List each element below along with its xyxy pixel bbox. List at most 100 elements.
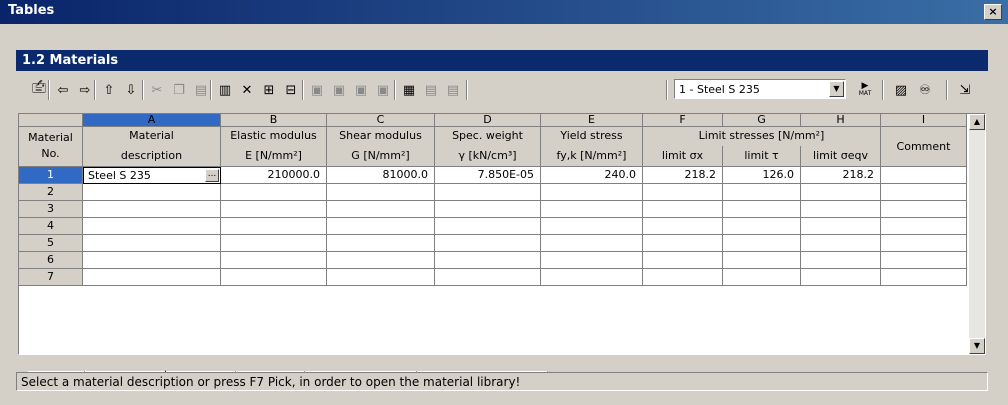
paste-icon[interactable]: ▤ bbox=[190, 79, 212, 101]
table-cell[interactable] bbox=[221, 252, 327, 269]
table-cell[interactable] bbox=[723, 184, 801, 201]
table-cell[interactable] bbox=[435, 252, 541, 269]
table-cell[interactable] bbox=[327, 218, 435, 235]
table-cell[interactable] bbox=[881, 218, 967, 235]
table-cell[interactable]: 240.0 bbox=[541, 167, 643, 184]
table-cell[interactable] bbox=[435, 218, 541, 235]
table-cell[interactable] bbox=[881, 167, 967, 184]
table-cell[interactable] bbox=[435, 235, 541, 252]
table-cell[interactable] bbox=[541, 201, 643, 218]
table-cell[interactable] bbox=[83, 269, 221, 286]
table-cell[interactable] bbox=[881, 252, 967, 269]
row-number[interactable]: 2 bbox=[19, 184, 83, 201]
table-cell[interactable] bbox=[643, 184, 723, 201]
table-cell[interactable] bbox=[801, 201, 881, 218]
table-cell[interactable] bbox=[643, 252, 723, 269]
table-cell[interactable] bbox=[643, 201, 723, 218]
row-number[interactable]: 6 bbox=[19, 252, 83, 269]
row-number[interactable]: 5 bbox=[19, 235, 83, 252]
table-cell[interactable] bbox=[541, 252, 643, 269]
table-cell[interactable] bbox=[723, 218, 801, 235]
table-cell[interactable] bbox=[881, 269, 967, 286]
row-number[interactable]: 1 bbox=[19, 167, 83, 184]
glasses-icon[interactable]: ♾ bbox=[914, 79, 936, 101]
table-cell[interactable] bbox=[83, 252, 221, 269]
table-cell[interactable] bbox=[801, 252, 881, 269]
material-description-cell[interactable]: Steel S 235... bbox=[83, 167, 221, 184]
arrow-left-icon[interactable]: ⇦ bbox=[52, 79, 74, 101]
browse-material-button[interactable]: ... bbox=[205, 169, 219, 182]
table-cell[interactable] bbox=[221, 218, 327, 235]
table-cell[interactable] bbox=[327, 201, 435, 218]
column-letter-e[interactable]: E bbox=[541, 114, 643, 127]
arrow-down-icon[interactable]: ⇩ bbox=[120, 79, 142, 101]
copy-icon[interactable]: ❐ bbox=[168, 79, 190, 101]
table-cell[interactable]: 218.2 bbox=[801, 167, 881, 184]
cut-icon[interactable]: ✂ bbox=[146, 79, 168, 101]
table-cell[interactable] bbox=[643, 218, 723, 235]
grid-icon-2[interactable]: ▤ bbox=[420, 79, 442, 101]
close-icon[interactable]: × bbox=[984, 4, 1002, 20]
table-cell[interactable] bbox=[327, 184, 435, 201]
table-cell[interactable] bbox=[327, 269, 435, 286]
row-number[interactable]: 4 bbox=[19, 218, 83, 235]
insert-row-below-icon[interactable]: ⊟ bbox=[280, 79, 302, 101]
column-letter-i[interactable]: I bbox=[881, 114, 967, 127]
table-cell[interactable] bbox=[83, 184, 221, 201]
table-cell[interactable] bbox=[541, 235, 643, 252]
table-cell[interactable] bbox=[83, 201, 221, 218]
table-cell[interactable]: 210000.0 bbox=[221, 167, 327, 184]
column-letter-f[interactable]: F bbox=[643, 114, 723, 127]
column-letter-d[interactable]: D bbox=[435, 114, 541, 127]
column-letter-c[interactable]: C bbox=[327, 114, 435, 127]
table-cell[interactable]: 126.0 bbox=[723, 167, 801, 184]
export-icon[interactable]: ⇲ bbox=[954, 79, 976, 101]
materials-table[interactable]: A B C D E F G H I Material No. Material description… bbox=[18, 113, 986, 355]
properties-icon[interactable]: 🖆 bbox=[28, 79, 50, 101]
table-cell[interactable] bbox=[723, 269, 801, 286]
table-cell[interactable] bbox=[83, 235, 221, 252]
column-letter-b[interactable]: B bbox=[221, 114, 327, 127]
insert-column-icon[interactable]: ▥ bbox=[214, 79, 236, 101]
table-cell[interactable] bbox=[221, 201, 327, 218]
material-library-button[interactable]: ▶ MAT bbox=[852, 79, 878, 101]
grid-icon-1[interactable]: ▦ bbox=[398, 79, 420, 101]
table-cell[interactable] bbox=[541, 184, 643, 201]
table-cell[interactable] bbox=[221, 269, 327, 286]
table-cell[interactable] bbox=[541, 218, 643, 235]
table-cell[interactable] bbox=[801, 218, 881, 235]
grid-icon-3[interactable]: ▤ bbox=[442, 79, 464, 101]
chevron-down-icon[interactable]: ▼ bbox=[829, 81, 844, 97]
table-option-3-icon[interactable]: ▣ bbox=[350, 79, 372, 101]
table-cell[interactable] bbox=[643, 269, 723, 286]
row-number[interactable]: 7 bbox=[19, 269, 83, 286]
column-letter-a[interactable]: A bbox=[83, 114, 221, 127]
view-icon[interactable]: ▨ bbox=[890, 79, 912, 101]
table-cell[interactable] bbox=[801, 235, 881, 252]
table-cell[interactable] bbox=[327, 235, 435, 252]
table-cell[interactable] bbox=[801, 184, 881, 201]
delete-column-icon[interactable]: ✕ bbox=[236, 79, 258, 101]
material-select[interactable]: 1 - Steel S 235 ▼ bbox=[674, 79, 846, 99]
table-option-4-icon[interactable]: ▣ bbox=[372, 79, 394, 101]
table-cell[interactable] bbox=[541, 269, 643, 286]
table-cell[interactable] bbox=[881, 235, 967, 252]
column-letter-g[interactable]: G bbox=[723, 114, 801, 127]
scroll-up-icon[interactable]: ▲ bbox=[969, 114, 985, 130]
table-cell[interactable] bbox=[221, 235, 327, 252]
vertical-scrollbar[interactable]: ▲ ▼ bbox=[969, 114, 985, 354]
insert-row-above-icon[interactable]: ⊞ bbox=[258, 79, 280, 101]
table-cell[interactable] bbox=[327, 252, 435, 269]
table-cell[interactable] bbox=[221, 184, 327, 201]
table-cell[interactable] bbox=[83, 218, 221, 235]
table-cell[interactable] bbox=[723, 252, 801, 269]
table-cell[interactable]: 81000.0 bbox=[327, 167, 435, 184]
table-cell[interactable] bbox=[435, 201, 541, 218]
table-cell[interactable] bbox=[643, 235, 723, 252]
table-option-2-icon[interactable]: ▣ bbox=[328, 79, 350, 101]
table-cell[interactable]: 7.850E-05 bbox=[435, 167, 541, 184]
table-option-1-icon[interactable]: ▣ bbox=[306, 79, 328, 101]
column-letter-h[interactable]: H bbox=[801, 114, 881, 127]
table-cell[interactable] bbox=[723, 235, 801, 252]
arrow-up-icon[interactable]: ⇧ bbox=[98, 79, 120, 101]
